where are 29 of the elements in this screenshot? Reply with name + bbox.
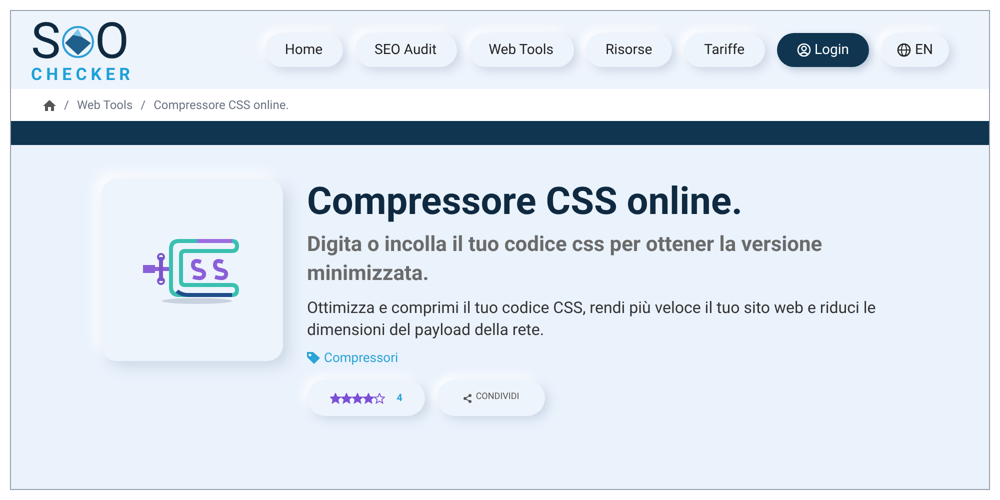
filled-star-icon — [352, 392, 363, 404]
nav-link[interactable]: SEO Audit — [354, 33, 457, 67]
filled-star-icon — [340, 392, 352, 404]
share-button[interactable]: CONDIVIDI — [437, 380, 545, 416]
logo-subtitle: CHECKER — [31, 66, 136, 84]
tag-icon — [307, 352, 320, 364]
nav-link[interactable]: Risorse — [586, 33, 672, 67]
user-icon — [796, 43, 811, 57]
rating-count: 4 — [396, 392, 402, 406]
page-subtitle: Digita o incolla il tuo codice css per ottener la versione minimizzata. — [307, 232, 824, 288]
filled-star-icon — [330, 392, 341, 404]
logo-letter: S — [31, 16, 61, 66]
filled-star-icon — [362, 392, 374, 404]
logo-letter: O — [94, 16, 130, 66]
breadcrumb-separator: / — [64, 97, 69, 114]
nav-link[interactable]: Web Tools — [468, 33, 574, 67]
iceberg-icon — [60, 24, 95, 58]
description: Ottimizza e comprimi il tuo codice CSS, rendi più veloce il tuo sito web e riduci le dimensioni del payload della rete. — [307, 296, 877, 340]
breadcrumb-current: Compressore CSS online. — [154, 97, 289, 114]
share-icon — [462, 394, 472, 402]
breadcrumb-link[interactable]: Web Tools — [76, 96, 133, 114]
globe-icon — [897, 43, 912, 57]
login-button[interactable]: Login — [776, 33, 870, 67]
nav-link[interactable]: Home — [264, 33, 343, 67]
page-title: Compressore CSS online. — [307, 179, 744, 226]
home-icon[interactable] — [43, 100, 56, 110]
language-button[interactable]: EN — [881, 33, 949, 67]
breadcrumb-separator: / — [140, 97, 146, 114]
nav-link[interactable]: Tariffe — [684, 33, 765, 67]
